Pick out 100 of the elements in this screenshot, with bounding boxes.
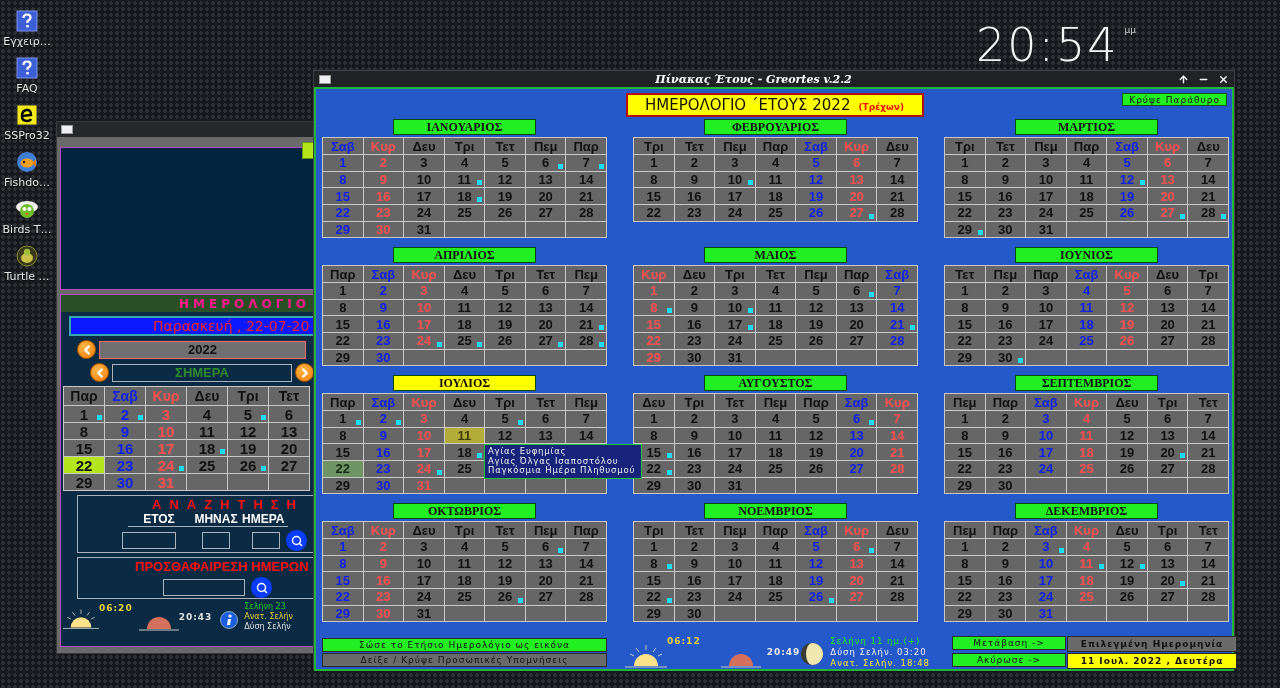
day-cell[interactable]: 26 bbox=[1107, 461, 1147, 477]
day-cell[interactable]: 15 bbox=[64, 440, 104, 456]
day-cell[interactable]: 6 bbox=[1147, 155, 1188, 171]
day-cell[interactable]: 24 bbox=[715, 205, 755, 221]
day-cell[interactable]: 17 bbox=[715, 444, 755, 461]
day-cell[interactable]: 23 bbox=[985, 589, 1026, 605]
day-cell[interactable]: 20 bbox=[836, 188, 877, 205]
day-cell[interactable]: 9 bbox=[674, 555, 715, 572]
day-cell[interactable]: 16 bbox=[674, 572, 715, 589]
month-title[interactable]: ΑΥΓΟΥΣΤΟΣ bbox=[704, 375, 847, 391]
day-cell[interactable]: 6 bbox=[269, 406, 309, 422]
day-cell[interactable]: 21 bbox=[1188, 444, 1228, 461]
day-cell[interactable]: 23 bbox=[363, 589, 404, 605]
day-cell[interactable]: 10 bbox=[715, 427, 755, 444]
day-cell[interactable]: 30 bbox=[985, 221, 1026, 238]
day-cell[interactable]: 30 bbox=[985, 605, 1026, 622]
day-cell[interactable]: 27 bbox=[836, 589, 877, 605]
day-cell[interactable]: 16 bbox=[363, 188, 404, 205]
day-cell[interactable]: 1 bbox=[945, 283, 985, 299]
day-cell[interactable]: 16 bbox=[363, 572, 404, 589]
day-cell[interactable]: 21 bbox=[877, 188, 917, 205]
day-cell[interactable]: 12 bbox=[1107, 427, 1147, 444]
day-cell[interactable]: 1 bbox=[634, 283, 674, 299]
day-cell[interactable]: 24 bbox=[1026, 333, 1066, 349]
day-cell[interactable]: 25 bbox=[444, 589, 485, 605]
day-cell[interactable]: 8 bbox=[323, 299, 363, 316]
day-cell[interactable]: 29 bbox=[945, 221, 985, 238]
day-cell[interactable]: 4 bbox=[1066, 411, 1107, 427]
day-cell[interactable]: 8 bbox=[945, 171, 985, 188]
day-cell[interactable]: 25 bbox=[1066, 205, 1107, 221]
day-cell[interactable]: 18 bbox=[755, 572, 796, 589]
day-cell[interactable]: 2 bbox=[674, 411, 715, 427]
day-cell[interactable]: 27 bbox=[1147, 589, 1188, 605]
month-title[interactable]: ΔΕΚΕΜΒΡΙΟΣ bbox=[1015, 503, 1158, 519]
day-cell[interactable]: 25 bbox=[755, 461, 796, 477]
day-cell[interactable]: 28 bbox=[1188, 589, 1228, 605]
day-cell[interactable]: 9 bbox=[674, 427, 715, 444]
day-cell[interactable]: 10 bbox=[146, 423, 186, 439]
day-cell[interactable]: 17 bbox=[715, 188, 755, 205]
fish-icon[interactable] bbox=[16, 151, 38, 173]
day-cell[interactable]: 23 bbox=[674, 205, 715, 221]
day-cell[interactable]: 4 bbox=[755, 155, 796, 171]
day-cell[interactable]: 27 bbox=[1147, 205, 1188, 221]
day-cell[interactable]: 4 bbox=[755, 539, 796, 555]
month-title[interactable]: ΙΟΥΝΙΟΣ bbox=[1015, 247, 1158, 263]
day-cell[interactable]: 29 bbox=[634, 349, 674, 366]
day-cell[interactable]: 11 bbox=[444, 427, 485, 444]
day-cell[interactable]: 12 bbox=[1107, 299, 1147, 316]
day-cell[interactable]: 30 bbox=[985, 477, 1026, 494]
day-cell[interactable]: 26 bbox=[485, 589, 525, 605]
day-cell[interactable]: 18 bbox=[755, 444, 796, 461]
day-cell[interactable]: 18 bbox=[1066, 444, 1107, 461]
day-cell[interactable]: 23 bbox=[674, 461, 715, 477]
day-cell[interactable]: 5 bbox=[1107, 539, 1147, 555]
day-cell[interactable]: 5 bbox=[1107, 411, 1147, 427]
day-cell[interactable]: 11 bbox=[444, 299, 485, 316]
day-cell[interactable]: 2 bbox=[363, 155, 404, 171]
day-cell[interactable]: 24 bbox=[715, 333, 755, 349]
day-cell[interactable]: 9 bbox=[363, 171, 404, 188]
day-cell[interactable]: 3 bbox=[404, 155, 444, 171]
day-cell[interactable]: 4 bbox=[444, 411, 485, 427]
day-cell[interactable]: 9 bbox=[674, 171, 715, 188]
day-cell[interactable]: 6 bbox=[836, 155, 877, 171]
day-cell[interactable]: 27 bbox=[525, 333, 566, 349]
day-cell[interactable]: 22 bbox=[945, 461, 985, 477]
day-cell[interactable]: 30 bbox=[674, 349, 715, 366]
day-cell[interactable]: 19 bbox=[1107, 316, 1147, 333]
day-cell[interactable]: 13 bbox=[836, 299, 877, 316]
day-cell[interactable]: 24 bbox=[715, 589, 755, 605]
day-cell[interactable]: 11 bbox=[1066, 171, 1107, 188]
day-cell[interactable]: 8 bbox=[634, 555, 674, 572]
turtle-icon[interactable] bbox=[16, 245, 38, 267]
day-cell[interactable]: 24 bbox=[404, 461, 444, 477]
day-cell[interactable]: 12 bbox=[1107, 555, 1147, 572]
day-cell[interactable]: 11 bbox=[755, 299, 796, 316]
day-cell[interactable]: 10 bbox=[715, 555, 755, 572]
day-cell[interactable]: 6 bbox=[1147, 539, 1188, 555]
day-cell[interactable]: 1 bbox=[634, 539, 674, 555]
previous-button[interactable] bbox=[77, 340, 96, 359]
day-cell[interactable]: 13 bbox=[1147, 555, 1188, 572]
day-cell[interactable]: 29 bbox=[634, 605, 674, 622]
day-cell[interactable]: 11 bbox=[1066, 555, 1107, 572]
day-cell[interactable]: 3 bbox=[715, 411, 755, 427]
month-title[interactable]: ΟΚΤΩΒΡΙΟΣ bbox=[393, 503, 536, 519]
day-cell[interactable]: 26 bbox=[796, 461, 836, 477]
day-cell[interactable]: 14 bbox=[1188, 427, 1228, 444]
today-button[interactable]: ΣΗΜΕΡΑ bbox=[112, 363, 292, 382]
day-cell[interactable]: 24 bbox=[1026, 205, 1066, 221]
day-cell[interactable]: 20 bbox=[1147, 444, 1188, 461]
day-cell[interactable]: 6 bbox=[836, 283, 877, 299]
day-cell[interactable]: 10 bbox=[1026, 299, 1066, 316]
day-cell[interactable]: 30 bbox=[674, 605, 715, 622]
month-input[interactable] bbox=[202, 532, 230, 549]
day-cell[interactable]: 17 bbox=[1026, 188, 1066, 205]
day-cell[interactable]: 31 bbox=[404, 605, 444, 622]
help-icon[interactable] bbox=[16, 10, 38, 32]
day-cell[interactable]: 4 bbox=[444, 155, 485, 171]
day-cell[interactable]: 15 bbox=[945, 572, 985, 589]
day-cell[interactable]: 2 bbox=[363, 539, 404, 555]
day-cell[interactable]: 16 bbox=[674, 316, 715, 333]
